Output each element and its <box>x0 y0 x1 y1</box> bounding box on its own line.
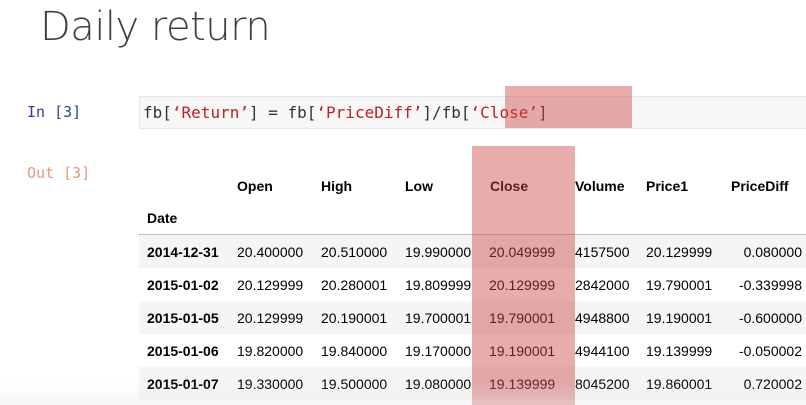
row-date: 2015-01-02 <box>147 277 219 293</box>
slide-title: Daily return <box>40 4 271 50</box>
cell-low: 19.170000 <box>405 343 472 359</box>
column-header: Low <box>405 178 433 194</box>
cell-open: 20.129999 <box>237 277 304 293</box>
column-header: PriceDiff <box>731 178 789 194</box>
cell-open: 20.400000 <box>237 244 304 260</box>
cell-volume: 2842000 <box>575 277 630 293</box>
string-literal: ‘PriceDiff’ <box>316 103 423 122</box>
input-prompt: In [3] <box>27 103 82 121</box>
cell-low: 19.990000 <box>405 244 472 260</box>
cell-open: 19.820000 <box>237 343 304 359</box>
row-date: 2015-01-06 <box>147 343 219 359</box>
column-header: Price1 <box>646 178 689 194</box>
cell-pricediff: 0.080000 <box>743 244 802 260</box>
cell-high: 20.510000 <box>321 244 388 260</box>
bottom-fade <box>0 381 806 405</box>
code-token: ] = fb[ <box>248 103 317 122</box>
code-highlight <box>505 86 632 128</box>
cell-high: 20.280001 <box>321 277 388 293</box>
cell-price1: 19.790001 <box>646 277 713 293</box>
code-cell[interactable]: fb[‘Return’] = fb[‘PriceDiff’]/fb[‘Close… <box>139 96 806 129</box>
cell-pricediff: -0.339998 <box>738 277 802 293</box>
column-header: Volume <box>575 178 625 194</box>
cell-high: 19.840000 <box>321 343 388 359</box>
cell-price1: 19.139999 <box>646 343 713 359</box>
output-prompt: Out [3] <box>27 164 91 182</box>
code-line: fb[‘Return’] = fb[‘PriceDiff’]/fb[‘Close… <box>143 103 548 122</box>
cell-open: 20.129999 <box>237 310 304 326</box>
code-token: ]/fb[ <box>422 103 471 122</box>
row-date: 2015-01-05 <box>147 310 219 326</box>
cell-volume: 4948800 <box>575 310 630 326</box>
cell-volume: 4157500 <box>575 244 630 260</box>
code-token: fb[ <box>143 103 172 122</box>
cell-low: 19.700001 <box>405 310 472 326</box>
cell-pricediff: -0.600000 <box>738 310 802 326</box>
column-header: Open <box>237 178 273 194</box>
cell-price1: 19.190001 <box>646 310 713 326</box>
string-literal: ‘Return’ <box>171 103 249 122</box>
cell-high: 20.190001 <box>321 310 388 326</box>
column-header: High <box>321 178 353 194</box>
close-column-highlight <box>472 146 575 405</box>
index-name: Date <box>147 210 178 226</box>
row-date: 2014-12-31 <box>147 244 219 260</box>
cell-volume: 4944100 <box>575 343 630 359</box>
cell-price1: 20.129999 <box>646 244 713 260</box>
cell-low: 19.809999 <box>405 277 472 293</box>
cell-pricediff: -0.050002 <box>738 343 802 359</box>
